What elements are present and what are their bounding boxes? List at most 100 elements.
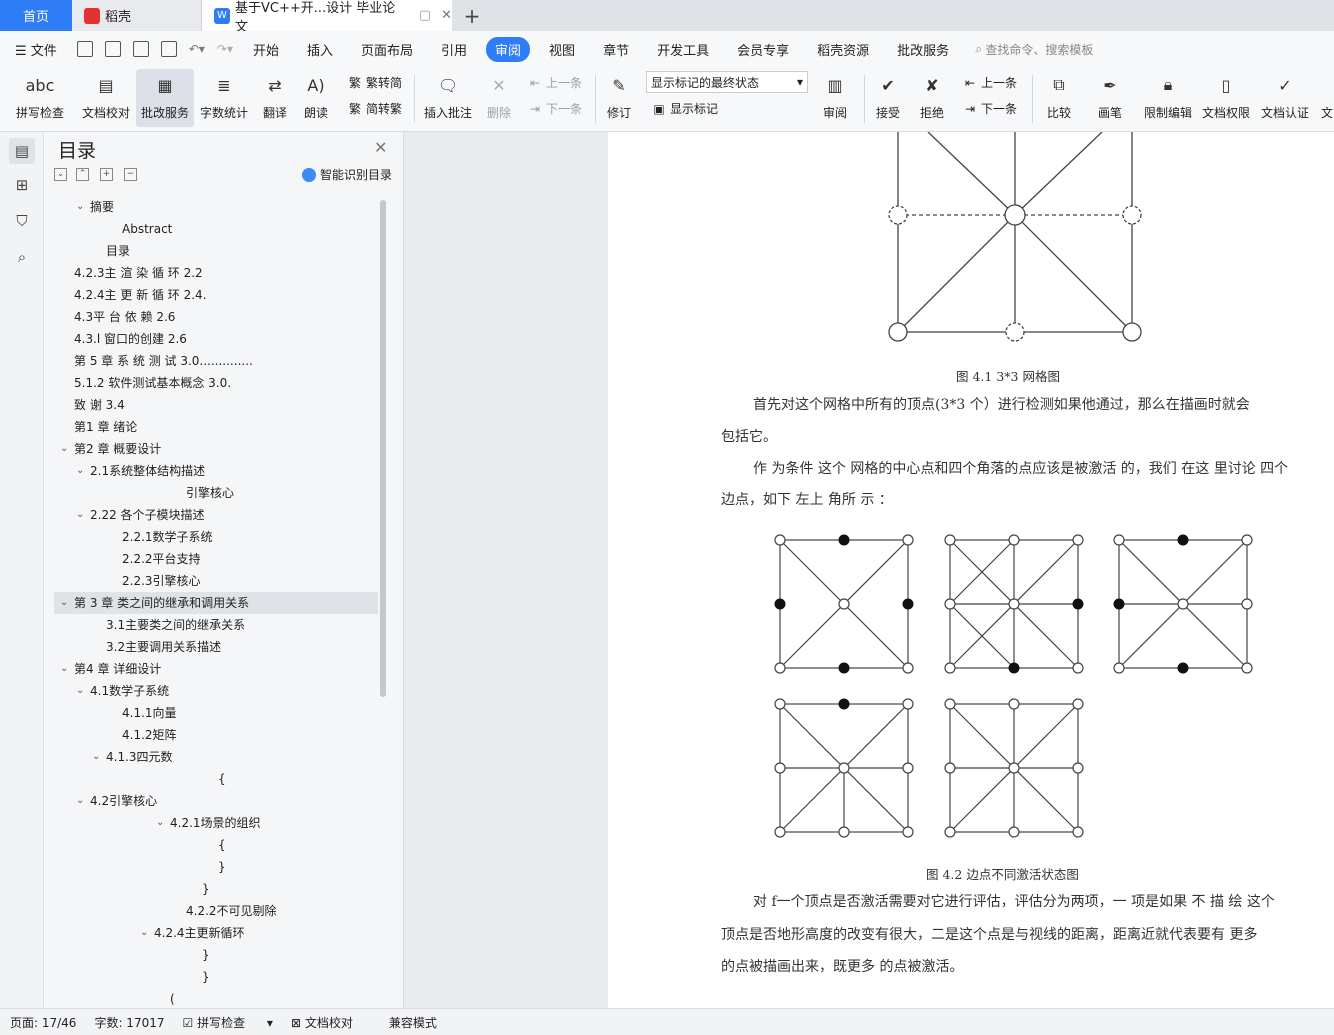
chevron-down-icon[interactable]: ⌄ xyxy=(76,504,84,526)
print-preview-icon[interactable] xyxy=(160,41,177,57)
doc-permission-button[interactable]: ▯ 文档权限 xyxy=(1199,69,1253,127)
next-change-button[interactable]: ⇥ 下一条 xyxy=(962,100,1017,117)
toc-item[interactable]: ⌄ 第 3 章 类之间的继承和调用关系 xyxy=(54,592,378,614)
toc-item[interactable]: 目录 xyxy=(54,240,378,262)
save-icon[interactable] xyxy=(76,41,93,57)
more-ribbon-button[interactable]: 文 xyxy=(1320,69,1334,127)
toc-item[interactable]: ⌄ 第4 章 详细设计 xyxy=(54,658,378,680)
toc-item[interactable]: ⌄ 摘要 xyxy=(54,196,378,218)
show-markup-button[interactable]: ▣ 显示标记 xyxy=(651,100,718,117)
toc-item[interactable]: ⌄ 2.22 各个子模块描述 xyxy=(54,504,378,526)
translate-button[interactable]: ⇄ 翻译 xyxy=(256,69,294,127)
remove-heading-icon[interactable]: − xyxy=(124,168,137,181)
accept-button[interactable]: ✔ 接受 xyxy=(868,69,908,127)
pen-button[interactable]: ✒ 画笔 xyxy=(1092,69,1128,127)
toc-item[interactable]: } xyxy=(54,944,378,966)
menu-devtools[interactable]: 开发工具 xyxy=(648,37,718,62)
new-tab-button[interactable]: + xyxy=(458,0,486,31)
restrict-edit-button[interactable]: 🔒︎ 限制编辑 xyxy=(1140,69,1196,127)
read-aloud-button[interactable]: A) 朗读 xyxy=(298,69,334,127)
toc-item[interactable]: 4.3.l 窗口的创建 2.6 xyxy=(54,328,378,350)
chevron-down-icon[interactable]: ⌄ xyxy=(76,790,84,812)
prev-change-button[interactable]: ⇤ 上一条 xyxy=(962,74,1017,91)
toc-item[interactable]: 2.2.1数学子系统 xyxy=(54,526,378,548)
chevron-down-icon[interactable]: ⌄ xyxy=(60,658,68,680)
toc-panel-icon[interactable]: ▤ xyxy=(9,138,35,164)
toc-item[interactable]: } xyxy=(54,878,378,900)
tab-menu-icon[interactable]: ▢ xyxy=(419,8,431,23)
chevron-down-icon[interactable]: ⌄ xyxy=(140,922,148,944)
menu-correction[interactable]: 批改服务 xyxy=(888,37,958,62)
chevron-down-icon[interactable]: ⌄ xyxy=(76,680,84,702)
toc-item[interactable]: ( xyxy=(54,988,378,1008)
redo-icon[interactable]: ↷▾ xyxy=(217,42,233,56)
tab-daoke[interactable]: 稻壳 xyxy=(72,0,202,31)
toc-item[interactable]: ⌄ 4.2.4主更新循环 xyxy=(54,922,378,944)
simp-to-trad-button[interactable]: 繁简转繁 xyxy=(347,100,402,117)
toc-item[interactable]: 5.1.2 软件测试基本概念 3.0. xyxy=(54,372,378,394)
chevron-down-icon[interactable]: ⌄ xyxy=(92,746,100,768)
spell-check-button[interactable]: abc 拼写检查 xyxy=(8,69,72,127)
review-pane-button[interactable]: ▥ 审阅 xyxy=(814,69,856,127)
bookmark-icon[interactable]: ⛉ xyxy=(9,208,35,234)
toc-item[interactable]: ⌄ 4.1数学子系统 xyxy=(54,680,378,702)
toc-item[interactable]: ⌄ 4.2引擎核心 xyxy=(54,790,378,812)
revise-button[interactable]: ✎ 修订 xyxy=(600,69,638,127)
toc-item[interactable]: 4.3平 台 依 赖 2.6 xyxy=(54,306,378,328)
chevron-down-icon[interactable]: ⌄ xyxy=(60,438,68,460)
spell-check-status[interactable]: ☑ 拼写检查 ▾ xyxy=(183,1014,273,1031)
word-count-button[interactable]: ≣ 字数统计 xyxy=(197,69,251,127)
file-menu[interactable]: ☰ 文件 xyxy=(6,37,66,62)
search-icon[interactable]: ⌕ xyxy=(9,244,35,270)
toc-item[interactable]: Abstract xyxy=(54,218,378,240)
toc-item[interactable]: { xyxy=(54,834,378,856)
close-icon[interactable]: ✕ xyxy=(374,138,387,157)
toc-item[interactable]: 第1 章 绪论 xyxy=(54,416,378,438)
menu-chapter[interactable]: 章节 xyxy=(594,37,638,62)
toc-scrollbar[interactable] xyxy=(380,200,386,697)
toc-item[interactable]: { xyxy=(54,768,378,790)
smart-toc-button[interactable]: 智能识别目录 xyxy=(302,166,392,183)
document-page[interactable]: 图 4.1 3*3 网格图 首先对这个网格中所有的顶点(3*3 个）进行检测如果… xyxy=(608,132,1334,1008)
menu-layout[interactable]: 页面布局 xyxy=(352,37,422,62)
trad-to-simp-button[interactable]: 繁繁转简 xyxy=(347,74,402,91)
proofread-status[interactable]: ⊠ 文档校对 xyxy=(291,1014,371,1031)
add-heading-icon[interactable]: + xyxy=(100,168,113,181)
toc-item[interactable]: 第 5 章 系 统 测 试 3.0.............. xyxy=(54,350,378,372)
markup-state-select[interactable]: 显示标记的最终状态 ▾ xyxy=(646,71,808,93)
proofread-button[interactable]: ▤ 文档校对 xyxy=(78,69,134,127)
next-comment-button[interactable]: ⇥ 下一条 xyxy=(527,100,582,117)
chevron-down-icon[interactable]: ⌄ xyxy=(60,592,68,614)
page-indicator[interactable]: 页面: 17/46 xyxy=(10,1014,76,1031)
menu-daoke-resources[interactable]: 稻壳资源 xyxy=(808,37,878,62)
toc-item[interactable]: 4.2.4主 更 新 循 环 2.4. xyxy=(54,284,378,306)
tab-document[interactable]: W 基于VC++开...设计 毕业论文 ▢ ✕ xyxy=(202,0,452,35)
command-search[interactable]: 查找命令、搜索模板 xyxy=(985,41,1093,58)
toc-item[interactable]: 4.2.2不可见剔除 xyxy=(54,900,378,922)
tab-home[interactable]: 首页 xyxy=(0,0,72,31)
toc-item[interactable]: } xyxy=(54,856,378,878)
toc-item[interactable]: 4.1.1向量 xyxy=(54,702,378,724)
navigation-icon[interactable]: ⊞ xyxy=(9,172,35,198)
word-count[interactable]: 字数: 17017 xyxy=(94,1014,164,1031)
compare-button[interactable]: ⧉ 比较 xyxy=(1038,69,1080,127)
collapse-all-icon[interactable]: ⌄ xyxy=(54,168,67,181)
doc-certify-button[interactable]: ✓ 文档认证 xyxy=(1258,69,1312,127)
menu-review[interactable]: 审阅 xyxy=(486,36,531,62)
toc-item[interactable]: ⌄ 第2 章 概要设计 xyxy=(54,438,378,460)
menu-member[interactable]: 会员专享 xyxy=(728,37,798,62)
menu-start[interactable]: 开始 xyxy=(244,37,288,62)
menu-view[interactable]: 视图 xyxy=(540,37,584,62)
prev-comment-button[interactable]: ⇤ 上一条 xyxy=(527,74,582,91)
chevron-down-icon[interactable]: ⌄ xyxy=(76,460,84,482)
menu-references[interactable]: 引用 xyxy=(432,37,476,62)
export-icon[interactable] xyxy=(104,41,121,57)
toc-item[interactable]: 2.2.3引擎核心 xyxy=(54,570,378,592)
toc-item[interactable]: 3.1主要类之间的继承关系 xyxy=(54,614,378,636)
toc-item[interactable]: 引擎核心 xyxy=(54,482,378,504)
undo-icon[interactable]: ↶▾ xyxy=(189,42,205,56)
reject-button[interactable]: ✘ 拒绝 xyxy=(912,69,952,127)
chevron-down-icon[interactable]: ⌄ xyxy=(76,196,84,218)
toc-item[interactable]: 2.2.2平台支持 xyxy=(54,548,378,570)
delete-comment-button[interactable]: ✕ 删除 xyxy=(480,69,518,127)
